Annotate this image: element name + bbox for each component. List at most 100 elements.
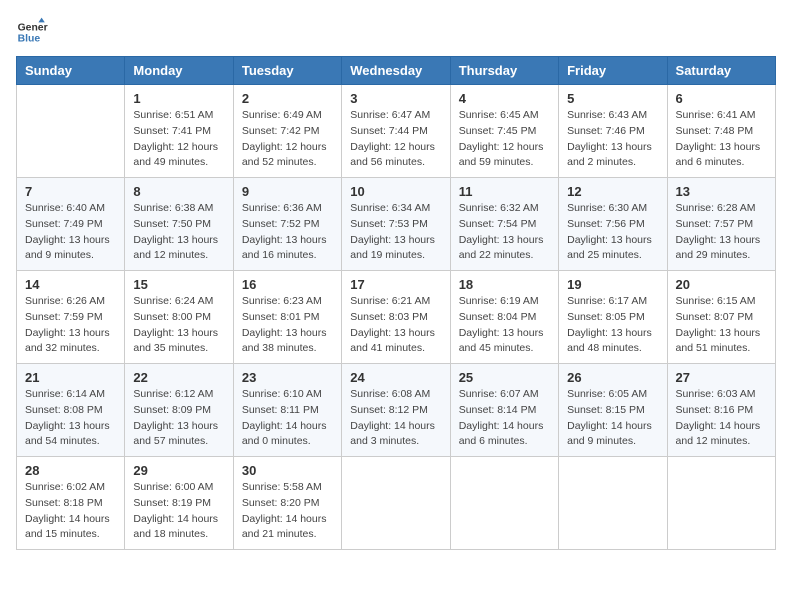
calendar-cell: 25 Sunrise: 6:07 AMSunset: 8:14 PMDaylig… [450,364,558,457]
calendar-cell [559,457,667,550]
day-number: 12 [567,184,658,199]
day-detail: Sunrise: 6:28 AMSunset: 7:57 PMDaylight:… [676,201,767,264]
day-detail: Sunrise: 6:10 AMSunset: 8:11 PMDaylight:… [242,387,333,450]
day-detail: Sunrise: 6:30 AMSunset: 7:56 PMDaylight:… [567,201,658,264]
day-header-tuesday: Tuesday [233,57,341,85]
calendar-cell: 4 Sunrise: 6:45 AMSunset: 7:45 PMDayligh… [450,85,558,178]
day-detail: Sunrise: 6:49 AMSunset: 7:42 PMDaylight:… [242,108,333,171]
day-detail: Sunrise: 6:02 AMSunset: 8:18 PMDaylight:… [25,480,116,543]
day-header-wednesday: Wednesday [342,57,450,85]
day-header-friday: Friday [559,57,667,85]
day-number: 23 [242,370,333,385]
page-header: General Blue [16,16,776,48]
day-detail: Sunrise: 6:38 AMSunset: 7:50 PMDaylight:… [133,201,224,264]
day-number: 24 [350,370,441,385]
calendar-cell: 28 Sunrise: 6:02 AMSunset: 8:18 PMDaylig… [17,457,125,550]
calendar-cell: 17 Sunrise: 6:21 AMSunset: 8:03 PMDaylig… [342,271,450,364]
day-detail: Sunrise: 6:36 AMSunset: 7:52 PMDaylight:… [242,201,333,264]
day-number: 20 [676,277,767,292]
day-detail: Sunrise: 6:15 AMSunset: 8:07 PMDaylight:… [676,294,767,357]
day-detail: Sunrise: 6:21 AMSunset: 8:03 PMDaylight:… [350,294,441,357]
day-number: 2 [242,91,333,106]
day-detail: Sunrise: 6:08 AMSunset: 8:12 PMDaylight:… [350,387,441,450]
day-number: 7 [25,184,116,199]
logo: General Blue [16,16,52,48]
calendar-cell: 7 Sunrise: 6:40 AMSunset: 7:49 PMDayligh… [17,178,125,271]
calendar-week-row: 28 Sunrise: 6:02 AMSunset: 8:18 PMDaylig… [17,457,776,550]
day-detail: Sunrise: 6:07 AMSunset: 8:14 PMDaylight:… [459,387,550,450]
day-number: 18 [459,277,550,292]
calendar-cell: 26 Sunrise: 6:05 AMSunset: 8:15 PMDaylig… [559,364,667,457]
day-number: 5 [567,91,658,106]
calendar-cell: 16 Sunrise: 6:23 AMSunset: 8:01 PMDaylig… [233,271,341,364]
calendar-header-row: SundayMondayTuesdayWednesdayThursdayFrid… [17,57,776,85]
day-number: 27 [676,370,767,385]
calendar-cell: 9 Sunrise: 6:36 AMSunset: 7:52 PMDayligh… [233,178,341,271]
day-detail: Sunrise: 6:12 AMSunset: 8:09 PMDaylight:… [133,387,224,450]
calendar-cell [667,457,775,550]
day-number: 6 [676,91,767,106]
day-number: 21 [25,370,116,385]
day-detail: Sunrise: 6:19 AMSunset: 8:04 PMDaylight:… [459,294,550,357]
day-detail: Sunrise: 6:47 AMSunset: 7:44 PMDaylight:… [350,108,441,171]
day-number: 30 [242,463,333,478]
day-number: 28 [25,463,116,478]
day-number: 25 [459,370,550,385]
day-detail: Sunrise: 6:45 AMSunset: 7:45 PMDaylight:… [459,108,550,171]
calendar-cell: 12 Sunrise: 6:30 AMSunset: 7:56 PMDaylig… [559,178,667,271]
calendar-cell: 14 Sunrise: 6:26 AMSunset: 7:59 PMDaylig… [17,271,125,364]
calendar-cell: 24 Sunrise: 6:08 AMSunset: 8:12 PMDaylig… [342,364,450,457]
calendar-cell: 27 Sunrise: 6:03 AMSunset: 8:16 PMDaylig… [667,364,775,457]
calendar-cell: 30 Sunrise: 5:58 AMSunset: 8:20 PMDaylig… [233,457,341,550]
day-number: 14 [25,277,116,292]
day-number: 17 [350,277,441,292]
calendar-cell [450,457,558,550]
day-number: 13 [676,184,767,199]
calendar-cell: 1 Sunrise: 6:51 AMSunset: 7:41 PMDayligh… [125,85,233,178]
day-detail: Sunrise: 6:26 AMSunset: 7:59 PMDaylight:… [25,294,116,357]
day-detail: Sunrise: 6:40 AMSunset: 7:49 PMDaylight:… [25,201,116,264]
calendar-table: SundayMondayTuesdayWednesdayThursdayFrid… [16,56,776,550]
day-header-monday: Monday [125,57,233,85]
day-number: 1 [133,91,224,106]
calendar-cell: 2 Sunrise: 6:49 AMSunset: 7:42 PMDayligh… [233,85,341,178]
calendar-cell [342,457,450,550]
day-detail: Sunrise: 6:23 AMSunset: 8:01 PMDaylight:… [242,294,333,357]
day-header-saturday: Saturday [667,57,775,85]
calendar-cell: 20 Sunrise: 6:15 AMSunset: 8:07 PMDaylig… [667,271,775,364]
day-detail: Sunrise: 5:58 AMSunset: 8:20 PMDaylight:… [242,480,333,543]
day-detail: Sunrise: 6:41 AMSunset: 7:48 PMDaylight:… [676,108,767,171]
calendar-cell [17,85,125,178]
day-number: 4 [459,91,550,106]
calendar-cell: 23 Sunrise: 6:10 AMSunset: 8:11 PMDaylig… [233,364,341,457]
calendar-cell: 18 Sunrise: 6:19 AMSunset: 8:04 PMDaylig… [450,271,558,364]
calendar-week-row: 1 Sunrise: 6:51 AMSunset: 7:41 PMDayligh… [17,85,776,178]
day-detail: Sunrise: 6:51 AMSunset: 7:41 PMDaylight:… [133,108,224,171]
day-detail: Sunrise: 6:03 AMSunset: 8:16 PMDaylight:… [676,387,767,450]
day-detail: Sunrise: 6:05 AMSunset: 8:15 PMDaylight:… [567,387,658,450]
calendar-week-row: 7 Sunrise: 6:40 AMSunset: 7:49 PMDayligh… [17,178,776,271]
calendar-cell: 3 Sunrise: 6:47 AMSunset: 7:44 PMDayligh… [342,85,450,178]
calendar-cell: 29 Sunrise: 6:00 AMSunset: 8:19 PMDaylig… [125,457,233,550]
svg-text:General: General [18,22,48,33]
day-number: 19 [567,277,658,292]
day-number: 22 [133,370,224,385]
day-detail: Sunrise: 6:43 AMSunset: 7:46 PMDaylight:… [567,108,658,171]
calendar-cell: 11 Sunrise: 6:32 AMSunset: 7:54 PMDaylig… [450,178,558,271]
calendar-week-row: 21 Sunrise: 6:14 AMSunset: 8:08 PMDaylig… [17,364,776,457]
calendar-week-row: 14 Sunrise: 6:26 AMSunset: 7:59 PMDaylig… [17,271,776,364]
calendar-cell: 13 Sunrise: 6:28 AMSunset: 7:57 PMDaylig… [667,178,775,271]
calendar-cell: 15 Sunrise: 6:24 AMSunset: 8:00 PMDaylig… [125,271,233,364]
day-number: 26 [567,370,658,385]
day-number: 15 [133,277,224,292]
day-number: 8 [133,184,224,199]
calendar-cell: 22 Sunrise: 6:12 AMSunset: 8:09 PMDaylig… [125,364,233,457]
svg-text:Blue: Blue [18,34,41,45]
day-detail: Sunrise: 6:24 AMSunset: 8:00 PMDaylight:… [133,294,224,357]
calendar-cell: 10 Sunrise: 6:34 AMSunset: 7:53 PMDaylig… [342,178,450,271]
logo-icon: General Blue [16,16,48,48]
day-detail: Sunrise: 6:14 AMSunset: 8:08 PMDaylight:… [25,387,116,450]
day-detail: Sunrise: 6:32 AMSunset: 7:54 PMDaylight:… [459,201,550,264]
day-number: 16 [242,277,333,292]
day-header-sunday: Sunday [17,57,125,85]
